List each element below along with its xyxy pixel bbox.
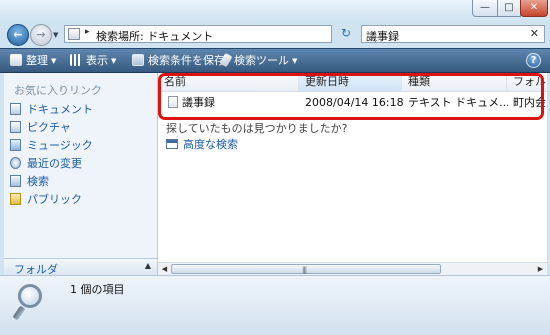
file-list-pane: 名前 更新日時 種類 フォルダ 議事録 2008/04/14 16:18 テキス… [158, 73, 547, 275]
folders-toggle[interactable]: フォルダ ▲ [4, 258, 158, 276]
favorite-links-heading: お気に入りリンク [14, 84, 102, 97]
modified-cell: 2008/04/14 16:18 [305, 96, 404, 109]
recent-pages-dropdown-icon[interactable]: ▼ [53, 31, 58, 39]
breadcrumb-chevron-icon[interactable]: ▸ [85, 27, 90, 37]
breadcrumb-location[interactable]: 検索場所: ドキュメント [96, 28, 213, 44]
public-folder-icon [10, 193, 21, 205]
organize-icon [10, 54, 22, 66]
sidebar-item-label: パブリック [27, 193, 82, 206]
save-icon [132, 54, 144, 66]
chevron-down-icon: ▼ [292, 57, 298, 65]
sidebar-item-recent-changes[interactable]: 最近の変更 [10, 156, 154, 172]
clear-search-icon[interactable]: ✕ [530, 27, 539, 40]
search-input[interactable]: 議事録 ✕ [361, 25, 545, 43]
save-search-button[interactable]: 検索条件を保存 [132, 53, 225, 69]
chevron-down-icon: ▼ [111, 57, 117, 65]
sidebar-item-pictures[interactable]: ピクチャ [10, 120, 154, 136]
column-type[interactable]: 種類 [402, 73, 507, 91]
sidebar-item-label: ドキュメント [27, 103, 93, 116]
refresh-icon[interactable]: ↻ [336, 25, 356, 43]
search-tools-button[interactable]: 検索ツール ▼ [219, 52, 298, 69]
search-tools-label: 検索ツール [234, 54, 289, 67]
command-toolbar: 整理 ▼ 表示 ▼ 検索条件を保存 検索ツール ▼ ? [0, 48, 550, 73]
sidebar-item-searches[interactable]: 検索 [10, 174, 154, 190]
documents-icon [10, 103, 21, 115]
maximize-button[interactable]: □ [497, 0, 521, 17]
column-header: 名前 更新日時 種類 フォルダ [158, 73, 547, 92]
close-button[interactable]: ✕ [520, 0, 548, 17]
music-icon [10, 139, 21, 151]
views-label: 表示 [86, 54, 108, 67]
advanced-search-icon [166, 139, 178, 149]
searches-icon [10, 175, 21, 187]
navigation-pane: お気に入りリンク ドキュメント ピクチャ ミュージック 最近の変更 検索 パブリ… [4, 73, 158, 258]
advanced-search-link[interactable]: 高度な検索 [166, 136, 238, 152]
type-cell: テキスト ドキュメ... [408, 96, 508, 109]
scroll-grip-icon: ||| [302, 266, 307, 274]
title-bar: — □ ✕ [0, 0, 550, 22]
search-folder-icon [68, 28, 80, 40]
explorer-window: — □ ✕ ← → ▼ ▸ 検索場所: ドキュメント ▼ ↻ 議事録 ✕ 整理▼… [0, 0, 550, 335]
horizontal-scrollbar[interactable]: ◀ ||| ▶ [158, 262, 547, 275]
column-modified[interactable]: 更新日時 [299, 73, 402, 91]
folder-cell: 町内会 [513, 96, 546, 109]
scroll-thumb[interactable]: ||| [171, 264, 441, 274]
recent-changes-icon [10, 157, 21, 169]
magnifier-icon [12, 284, 50, 321]
help-icon[interactable]: ? [526, 53, 541, 68]
pictures-icon [10, 121, 21, 133]
views-icon [70, 54, 82, 66]
file-name-cell[interactable]: 議事録 [168, 93, 298, 112]
scroll-left-icon[interactable]: ◀ [158, 263, 171, 275]
organize-button[interactable]: 整理 ▼ [10, 53, 56, 69]
advanced-search-label: 高度な検索 [183, 138, 238, 151]
table-row[interactable]: 議事録 2008/04/14 16:18 テキスト ドキュメ... 町内会 [164, 93, 547, 112]
save-search-label: 検索条件を保存 [148, 54, 225, 67]
organize-label: 整理 [26, 54, 48, 67]
forward-button[interactable]: → [30, 24, 52, 46]
scroll-right-icon[interactable]: ▶ [534, 263, 547, 275]
address-row: ← → ▼ ▸ 検索場所: ドキュメント ▼ ↻ 議事録 ✕ [0, 22, 550, 48]
details-pane: 1 個の項目 [0, 275, 550, 335]
search-query: 議事録 [366, 30, 399, 43]
sidebar-item-label: ミュージック [27, 139, 93, 152]
sidebar-item-documents[interactable]: ドキュメント [10, 102, 154, 118]
item-count: 1 個の項目 [70, 283, 125, 296]
sidebar-item-music[interactable]: ミュージック [10, 138, 154, 154]
sidebar-item-public[interactable]: パブリック [10, 192, 154, 208]
sidebar-item-label: 検索 [27, 175, 49, 188]
not-found-prompt: 探していたものは見つかりましたか? [166, 122, 348, 135]
chevron-down-icon: ▼ [51, 57, 57, 65]
minimize-button[interactable]: — [472, 0, 498, 17]
sidebar-item-label: 最近の変更 [27, 157, 82, 170]
sidebar-item-label: ピクチャ [27, 121, 71, 134]
address-bar[interactable]: ▸ 検索場所: ドキュメント ▼ [64, 25, 394, 44]
search-tools-icon [219, 52, 233, 68]
views-button[interactable]: 表示 ▼ [70, 53, 116, 69]
column-folder[interactable]: フォルダ [507, 73, 547, 91]
file-name: 議事録 [182, 96, 215, 109]
chevron-up-icon: ▲ [144, 261, 151, 270]
text-file-icon [168, 96, 178, 108]
column-name[interactable]: 名前 [158, 73, 299, 91]
back-button[interactable]: ← [7, 24, 29, 46]
